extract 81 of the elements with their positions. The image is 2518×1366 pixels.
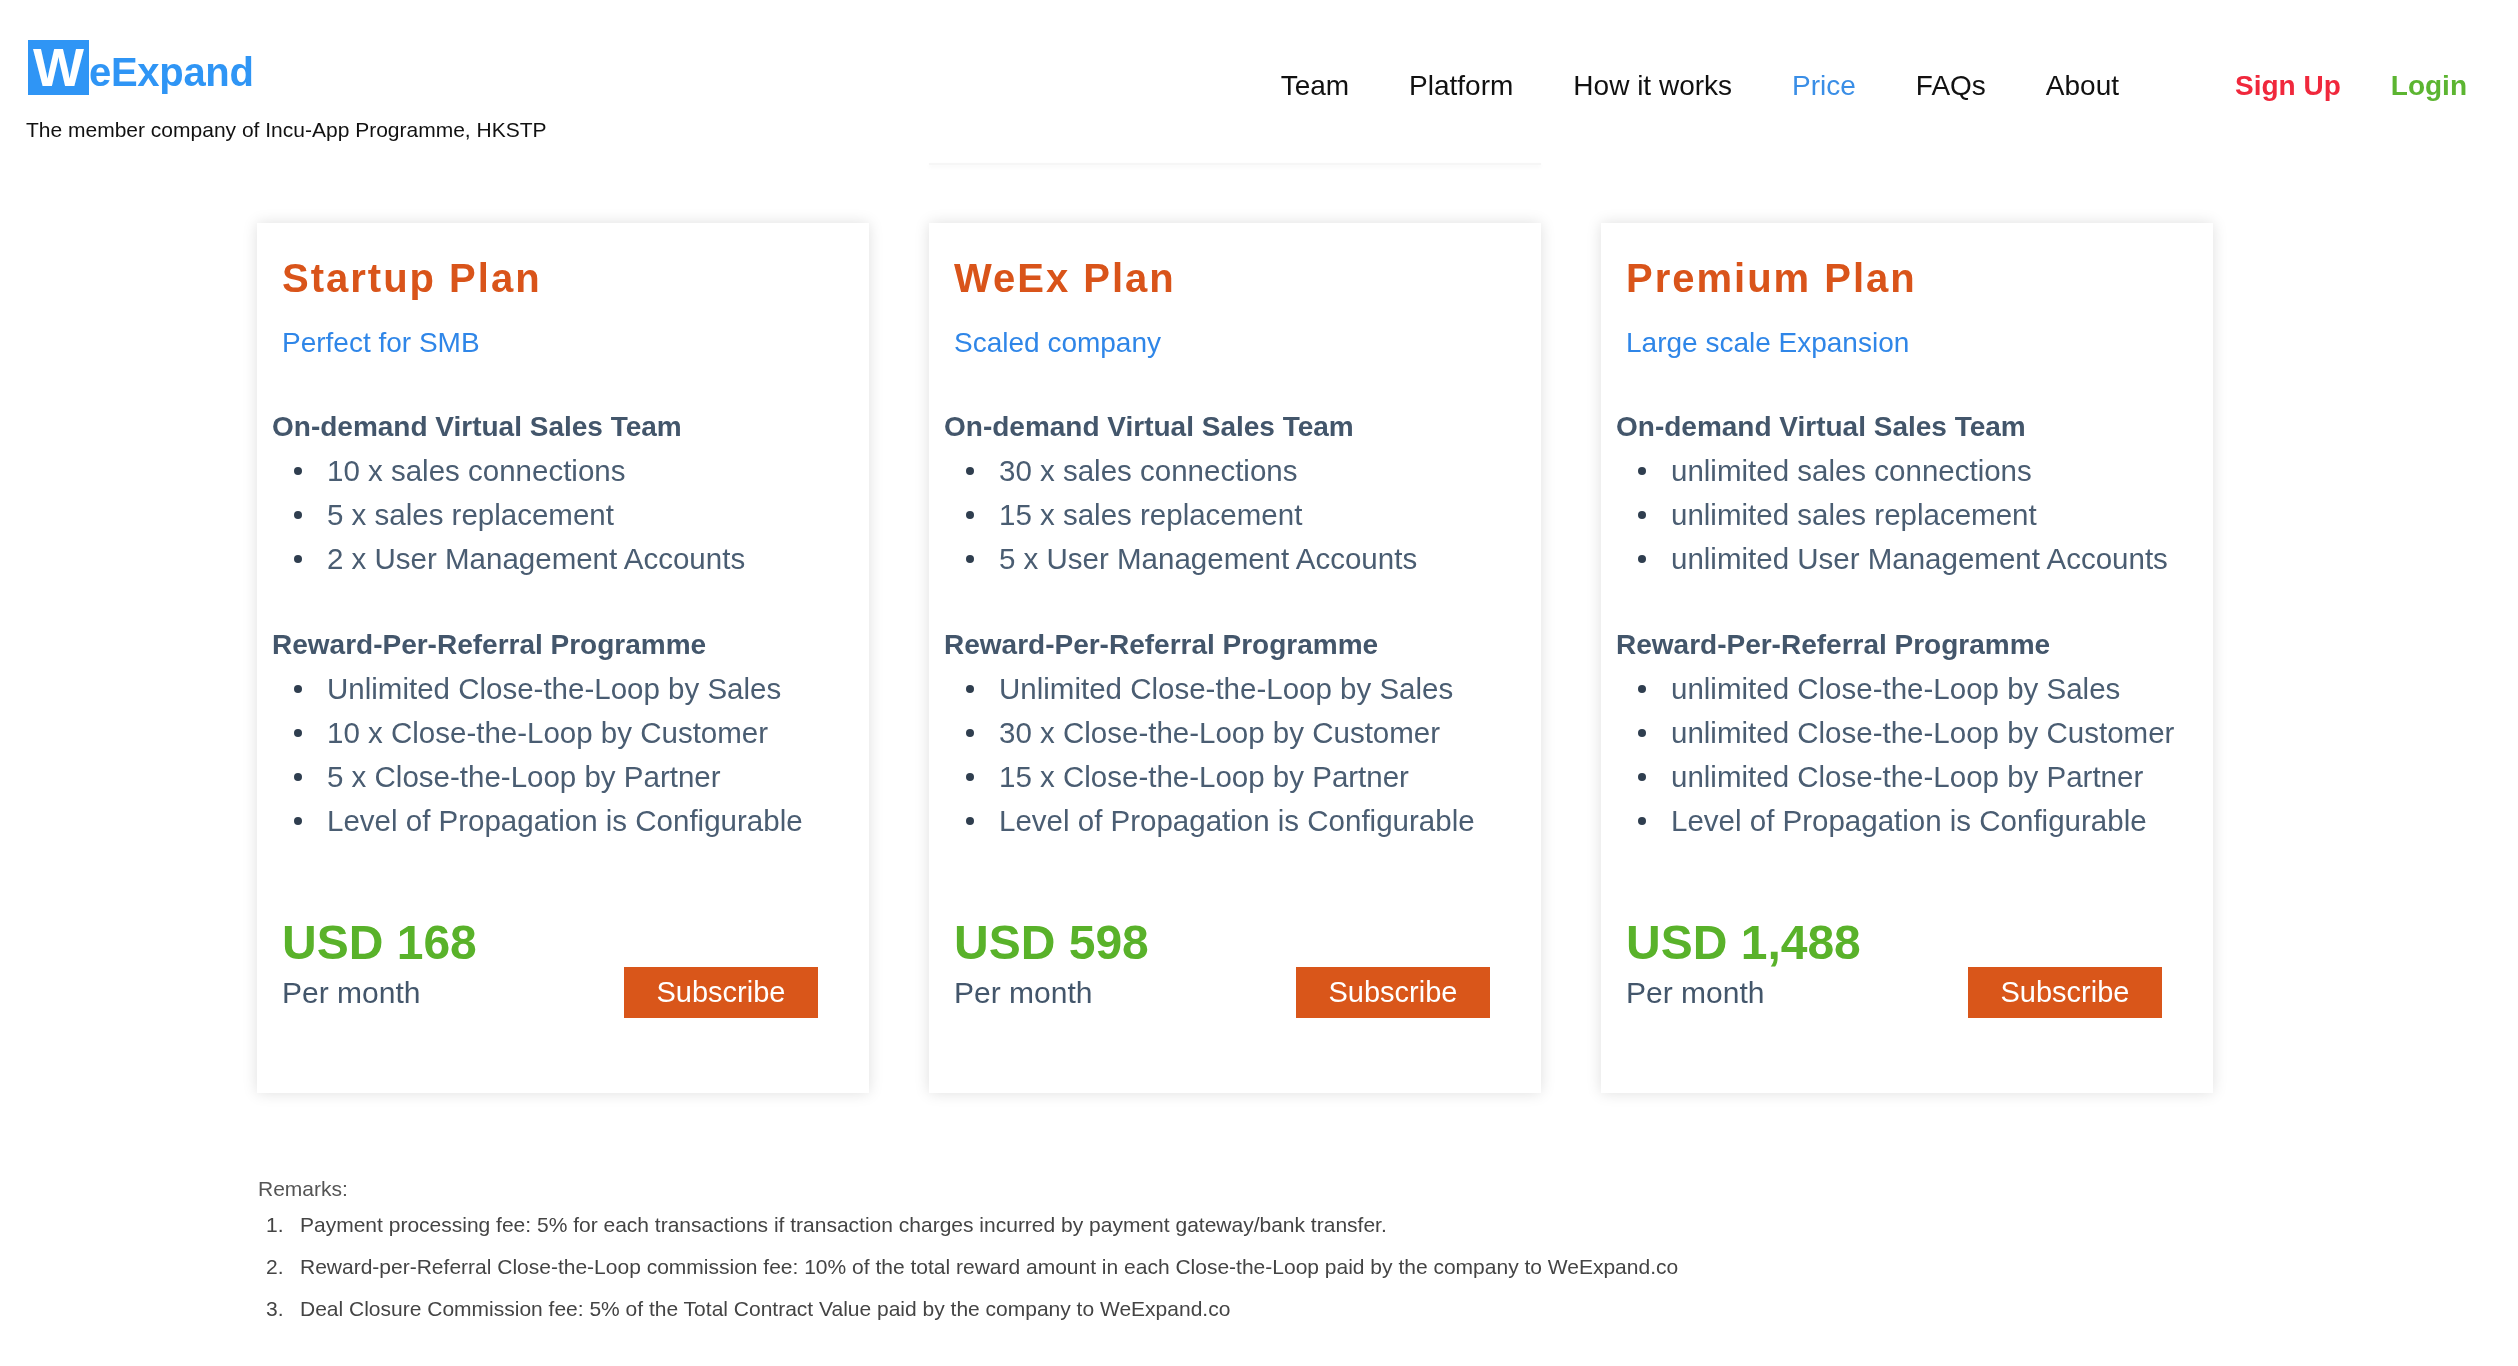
section-heading: Reward-Per-Referral Programme [272,628,708,662]
feature-text: Level of Propagation is Configurable [327,803,803,839]
bullet-icon [1638,511,1646,519]
bullet-icon [294,817,302,825]
auth-link[interactable]: Sign Up [2235,66,2341,106]
nav-link[interactable]: How it works [1573,66,1733,106]
feature-text: 5 x User Management Accounts [999,541,1418,577]
plan-title: WeEx Plan [953,255,1177,302]
feature-text: 2 x User Management Accounts [327,541,746,577]
remark-text: Deal Closure Commission fee: 5% of the Total Contract Value paid by the company to WeExpand.co [300,1296,1231,1322]
bullet-icon [966,511,974,519]
bullet-icon [1638,685,1646,693]
feature-text: 30 x Close-the-Loop by Customer [999,715,1441,751]
auth-link[interactable]: Login [2390,66,2467,106]
feature-text: Level of Propagation is Configurable [1671,803,2147,839]
feature-text: 5 x sales replacement [327,497,614,533]
bullet-icon [1638,729,1646,737]
plan-subtitle: Large scale Expansion [1625,326,1911,360]
subscribe-button[interactable]: Subscribe [624,967,818,1018]
bullet-icon [966,729,974,737]
nav-link[interactable]: Price [1792,66,1856,106]
feature-text: 30 x sales connections [999,453,1298,489]
subscribe-button[interactable]: Subscribe [1296,967,1490,1018]
feature-text: 10 x Close-the-Loop by Customer [327,715,769,751]
remark-number: 3. [266,1296,285,1322]
bullet-icon [294,555,302,563]
plan-subtitle: Perfect for SMB [281,326,481,360]
feature-text: unlimited sales connections [1671,453,2032,489]
section-heading: On-demand Virtual Sales Team [272,410,683,444]
bullet-icon [1638,817,1646,825]
nav-link[interactable]: FAQs [1915,66,1986,106]
bullet-icon [294,467,302,475]
bullet-icon [294,729,302,737]
feature-text: unlimited sales replacement [1671,497,2037,533]
plan-subtitle: Scaled company [953,326,1162,360]
bullet-icon [1638,773,1646,781]
feature-text: unlimited Close-the-Loop by Customer [1671,715,2175,751]
bullet-icon [966,467,974,475]
remark-number: 1. [266,1212,285,1238]
bullet-icon [966,685,974,693]
bullet-icon [1638,555,1646,563]
nav-link[interactable]: About [2045,66,2120,106]
price-period: Per month [954,975,1093,1011]
feature-text: unlimited Close-the-Loop by Partner [1671,759,2144,795]
subscribe-button[interactable]: Subscribe [1968,967,2162,1018]
bullet-icon [294,685,302,693]
remark-number: 2. [266,1254,285,1280]
bullet-icon [294,773,302,781]
plan-price: USD 1,488 [1626,915,1861,971]
bullet-icon [966,555,974,563]
remark-text: Reward-per-Referral Close-the-Loop commission fee: 10% of the total reward amount in each Close-the-Loop paid by the company to WeExpand.co [300,1254,1679,1280]
logo-mark: W [28,40,89,95]
plan-title: Startup Plan [281,255,543,302]
feature-text: 15 x Close-the-Loop by Partner [999,759,1409,795]
feature-text: 5 x Close-the-Loop by Partner [327,759,721,795]
bullet-icon [294,511,302,519]
nav-link[interactable]: Platform [1409,66,1514,106]
nav-link[interactable]: Team [1280,66,1350,106]
logo-text: eExpand [89,52,254,92]
section-heading: On-demand Virtual Sales Team [944,410,1355,444]
price-period: Per month [282,975,421,1011]
plan-title: Premium Plan [1625,255,1918,302]
feature-text: Level of Propagation is Configurable [999,803,1475,839]
tagline: The member company of Incu-App Programme, HKSTP [26,117,547,143]
feature-text: unlimited Close-the-Loop by Sales [1671,671,2121,707]
remarks-title: Remarks: [258,1176,349,1202]
section-heading: Reward-Per-Referral Programme [1616,628,2052,662]
plan-price: USD 598 [954,915,1149,971]
feature-text: Unlimited Close-the-Loop by Sales [999,671,1454,707]
remark-text: Payment processing fee: 5% for each transactions if transaction charges incurred by payment gateway/bank transfer. [300,1212,1387,1238]
plan-price: USD 168 [282,915,477,971]
bullet-icon [966,773,974,781]
section-heading: Reward-Per-Referral Programme [944,628,1380,662]
feature-text: unlimited User Management Accounts [1671,541,2168,577]
price-period: Per month [1626,975,1765,1011]
feature-text: Unlimited Close-the-Loop by Sales [327,671,782,707]
bullet-icon [966,817,974,825]
feature-text: 10 x sales connections [327,453,626,489]
feature-text: 15 x sales replacement [999,497,1303,533]
bullet-icon [1638,467,1646,475]
section-heading: On-demand Virtual Sales Team [1616,410,2027,444]
